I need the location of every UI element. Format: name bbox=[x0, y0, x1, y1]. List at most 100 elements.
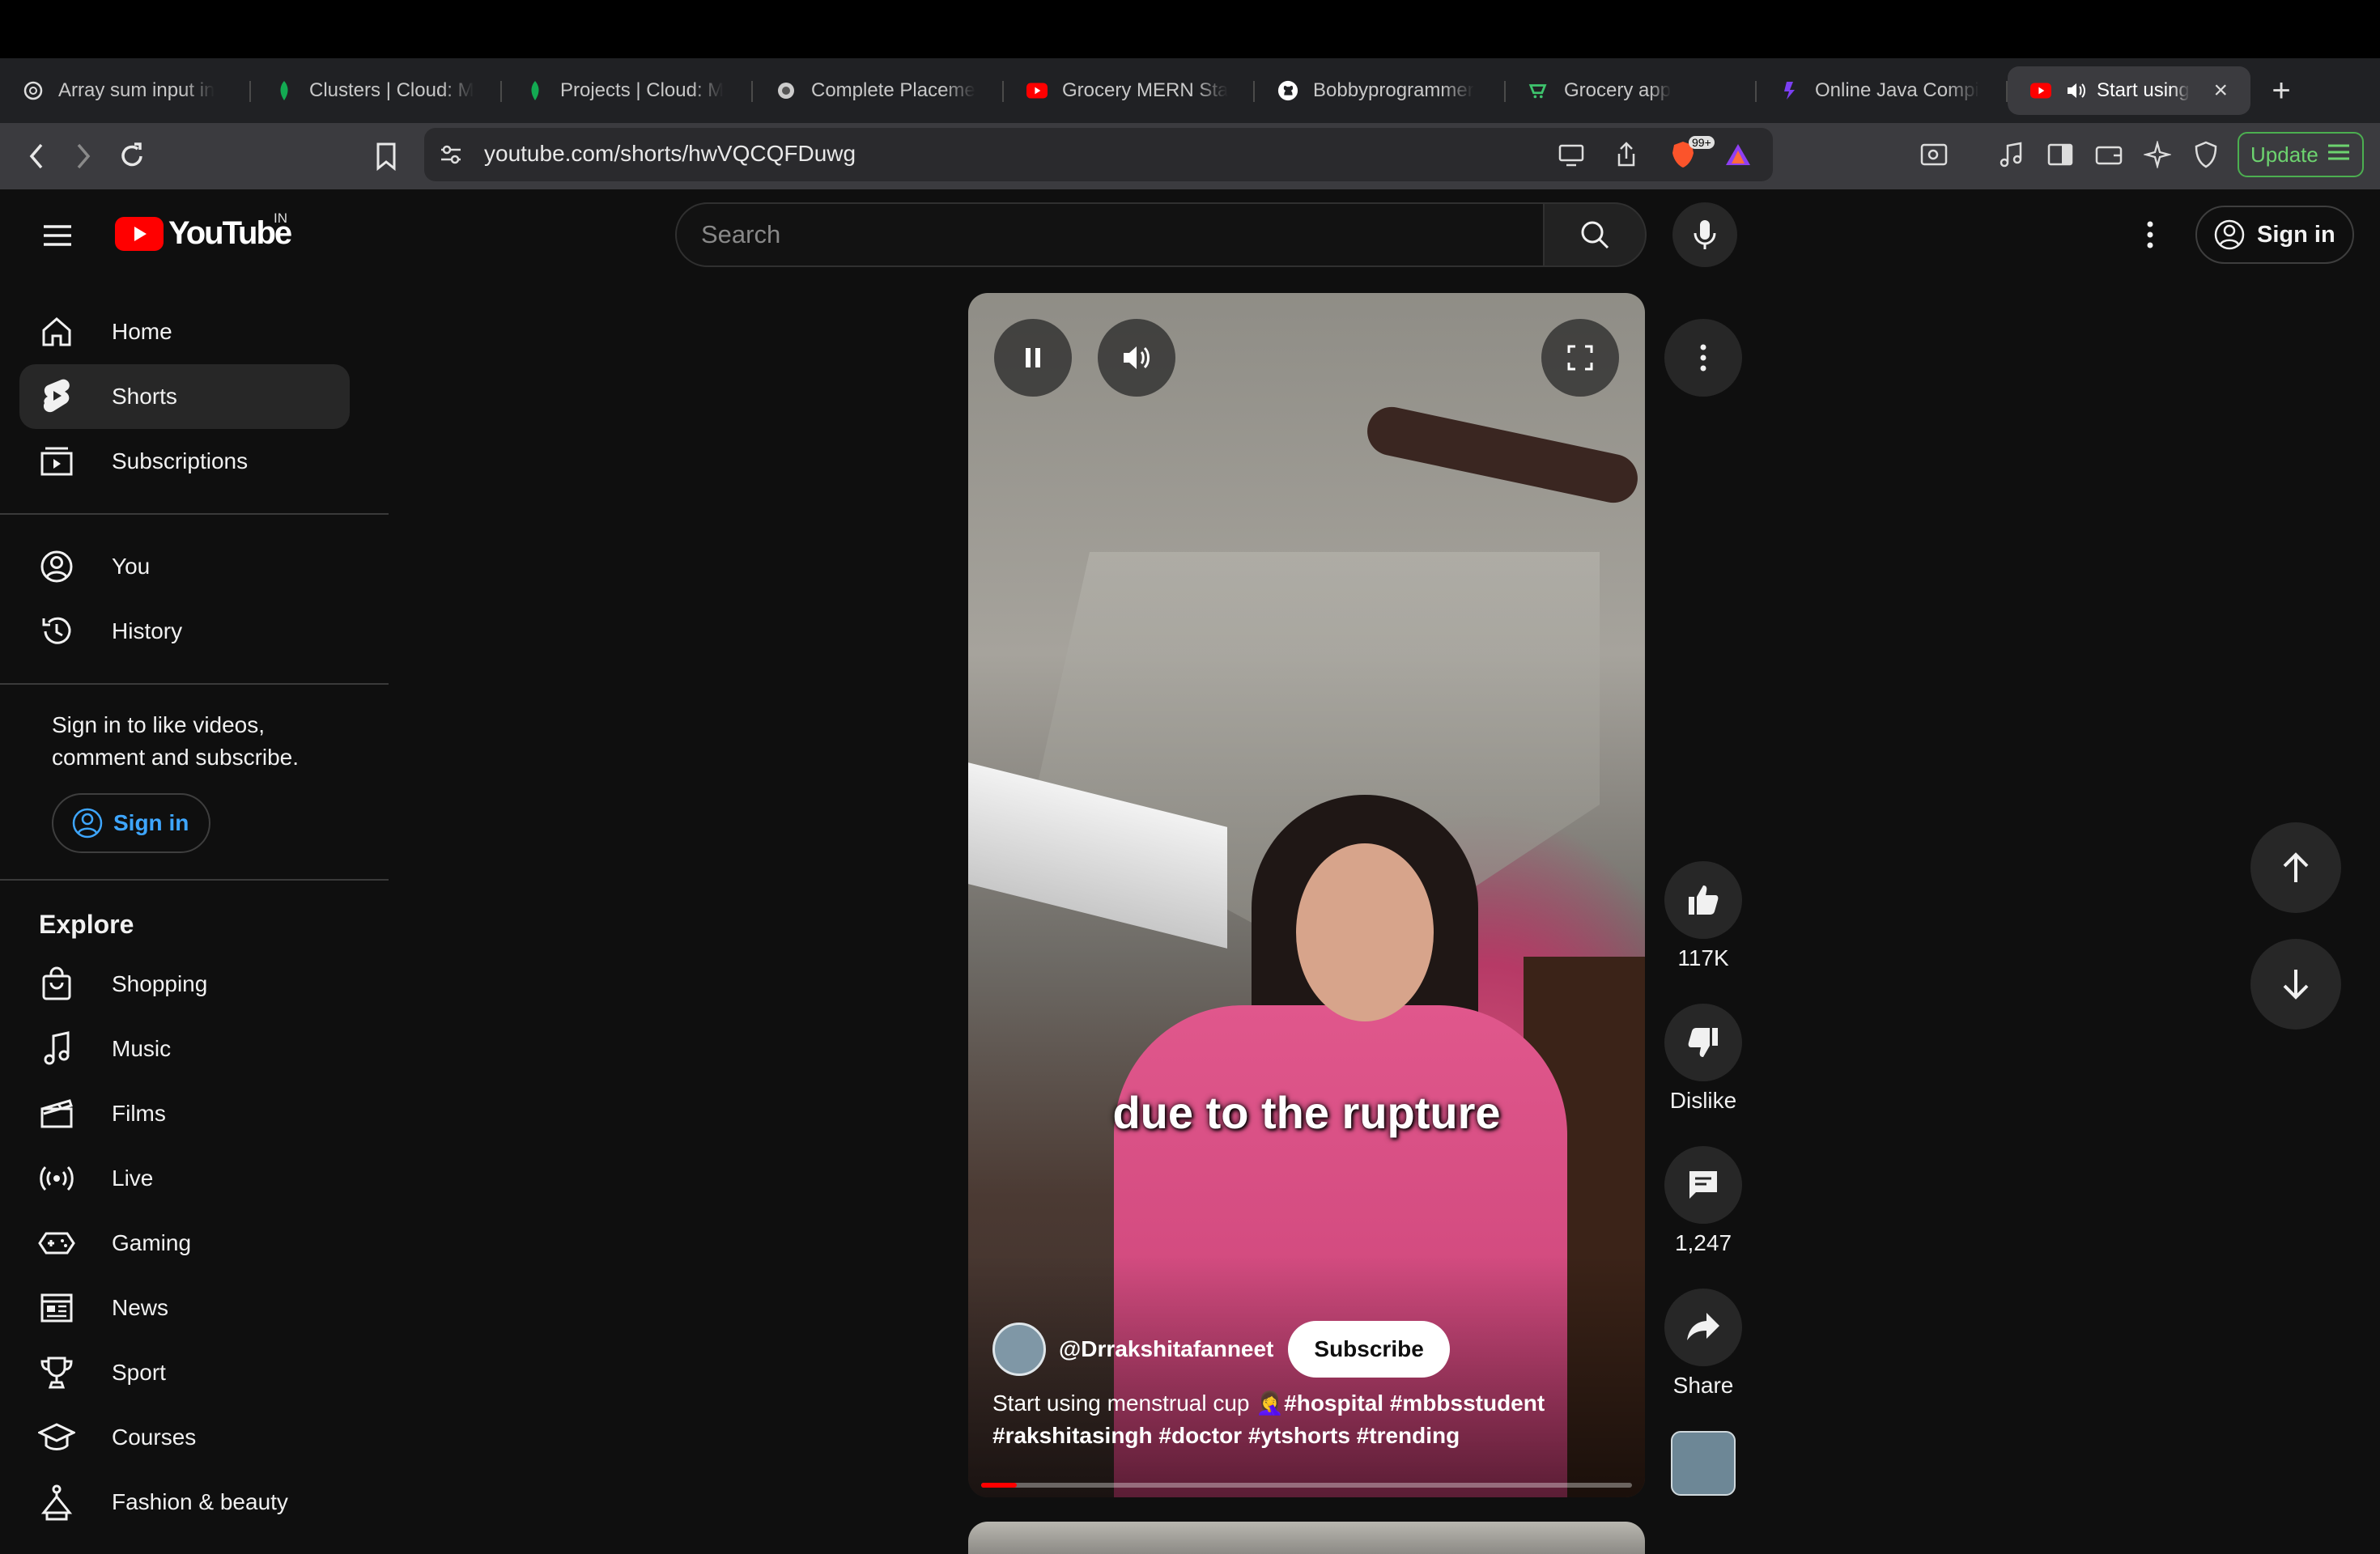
previous-short-button[interactable] bbox=[2250, 822, 2341, 913]
update-button[interactable]: Update bbox=[2238, 132, 2364, 177]
share-button[interactable] bbox=[1664, 1289, 1742, 1366]
sidebar-item-news[interactable]: News bbox=[19, 1276, 350, 1340]
site-settings-icon[interactable] bbox=[432, 136, 470, 173]
sidebar-item-you[interactable]: You bbox=[19, 534, 350, 599]
sign-in-label: Sign in bbox=[113, 810, 189, 835]
sidebar-item-live[interactable]: Live bbox=[19, 1146, 350, 1211]
bookmark-icon[interactable] bbox=[368, 138, 405, 175]
sidebar-item-subscriptions[interactable]: Subscriptions bbox=[19, 429, 350, 494]
forward-arrow-icon[interactable] bbox=[65, 138, 102, 175]
channel-name[interactable]: @Drrakshitafanneet bbox=[1059, 1336, 1273, 1362]
voice-search-button[interactable] bbox=[1672, 202, 1737, 267]
subscribe-button[interactable]: Subscribe bbox=[1288, 1321, 1450, 1378]
sidebar-item-label: Home bbox=[112, 319, 172, 344]
sidebar-item-history[interactable]: History bbox=[19, 599, 350, 664]
new-tab-button[interactable]: + bbox=[2257, 66, 2306, 115]
arrow-down-icon bbox=[2283, 970, 2309, 1000]
browser-tab[interactable]: Grocery MERN Sta bbox=[1004, 58, 1255, 123]
close-icon[interactable]: × bbox=[2197, 77, 2228, 104]
comments-button[interactable] bbox=[1664, 1146, 1742, 1224]
speaker-icon[interactable] bbox=[2066, 80, 2087, 101]
mute-button[interactable] bbox=[1098, 319, 1175, 397]
channel-avatar[interactable] bbox=[992, 1323, 1046, 1376]
fullscreen-button[interactable] bbox=[1541, 319, 1619, 397]
search-button[interactable] bbox=[1543, 202, 1647, 267]
mongodb-leaf-icon bbox=[274, 80, 295, 101]
sidebar-item-label: Gaming bbox=[112, 1230, 192, 1255]
browser-tab-active[interactable]: Start using × bbox=[2008, 66, 2250, 115]
back-arrow-icon[interactable] bbox=[18, 138, 55, 175]
tab-title: Bobbyprogrammer bbox=[1313, 79, 1474, 101]
tab-title: Complete Placeme bbox=[811, 79, 975, 101]
arrow-up-icon bbox=[2283, 852, 2309, 882]
sidebar-sign-in-button[interactable]: Sign in bbox=[52, 793, 210, 853]
sidebar-item-label: Courses bbox=[112, 1424, 197, 1450]
next-short-button[interactable] bbox=[2250, 939, 2341, 1030]
sidebar-item-label: Music bbox=[112, 1036, 172, 1061]
site-icon bbox=[776, 80, 797, 101]
sign-in-button[interactable]: Sign in bbox=[2195, 206, 2354, 264]
reader-mode-icon[interactable] bbox=[1915, 136, 1953, 173]
comment-icon bbox=[1689, 1171, 1717, 1199]
youtube-icon bbox=[2030, 80, 2051, 101]
browser-tab[interactable]: Online Java Compi bbox=[1757, 58, 2008, 123]
pause-button[interactable] bbox=[994, 319, 1072, 397]
sidebar-item-gaming[interactable]: Gaming bbox=[19, 1211, 350, 1276]
sidebar-item-courses[interactable]: Courses bbox=[19, 1405, 350, 1470]
next-short-preview[interactable] bbox=[968, 1522, 1645, 1554]
explore-heading: Explore bbox=[39, 910, 134, 939]
more-actions-button[interactable] bbox=[1664, 319, 1742, 397]
wallet-icon[interactable] bbox=[2090, 136, 2127, 173]
browser-tab[interactable]: Projects | Cloud: M bbox=[502, 58, 753, 123]
sidebar-item-label: History bbox=[112, 618, 183, 643]
mongodb-leaf-icon bbox=[525, 80, 546, 101]
sidebar-divider bbox=[0, 879, 389, 881]
tab-title: Clusters | Cloud: M bbox=[309, 79, 474, 101]
sidebar-item-music[interactable]: Music bbox=[19, 1017, 350, 1081]
hamburger-menu-icon bbox=[2327, 142, 2351, 168]
description-text: Start using menstrual cup 🤦‍♀️ bbox=[992, 1391, 1285, 1416]
reload-icon[interactable] bbox=[113, 138, 151, 175]
browser-tab[interactable]: Complete Placeme bbox=[753, 58, 1004, 123]
shorts-video-player[interactable]: due to the rupture @Drrakshitafanneet Su… bbox=[968, 293, 1645, 1497]
sidebar-item-label: You bbox=[112, 554, 151, 579]
sidebar-divider bbox=[0, 513, 389, 515]
browser-tab[interactable]: Bobbyprogrammer bbox=[1255, 58, 1506, 123]
video-caption-overlay: due to the rupture bbox=[1112, 1087, 1501, 1138]
sidebar-item-sport[interactable]: Sport bbox=[19, 1340, 350, 1405]
sidebar-item-fashion-beauty[interactable]: Fashion & beauty bbox=[19, 1470, 350, 1535]
sidebar-item-shopping[interactable]: Shopping bbox=[19, 952, 350, 1017]
media-music-icon[interactable] bbox=[1993, 136, 2030, 173]
guide-menu-icon[interactable] bbox=[39, 217, 76, 254]
youtube-icon bbox=[1026, 80, 1048, 101]
hanger-icon bbox=[37, 1483, 76, 1522]
sidebar-toggle-icon[interactable] bbox=[2042, 136, 2079, 173]
search-input[interactable] bbox=[675, 202, 1545, 267]
url-text[interactable]: youtube.com/shorts/hwVQCQFDuwg bbox=[484, 141, 856, 167]
cast-icon[interactable] bbox=[1553, 136, 1590, 173]
brave-rewards-icon[interactable] bbox=[1719, 136, 1757, 173]
sign-in-label: Sign in bbox=[2257, 221, 2335, 248]
youtube-logo[interactable]: YouTube bbox=[115, 215, 292, 252]
tab-title: Grocery app bbox=[1564, 79, 1672, 101]
sound-channel-avatar[interactable] bbox=[1671, 1431, 1736, 1496]
video-description[interactable]: Start using menstrual cup 🤦‍♀️#hospital … bbox=[992, 1387, 1608, 1452]
browser-tab[interactable]: Grocery app bbox=[1506, 58, 1757, 123]
compiler-icon bbox=[1779, 80, 1800, 101]
vpn-shield-icon[interactable] bbox=[2187, 136, 2225, 173]
settings-more-icon[interactable] bbox=[2134, 215, 2166, 254]
browser-tab[interactable]: Clusters | Cloud: M bbox=[251, 58, 502, 123]
description-hashtags[interactable]: #rakshitasingh #doctor #ytshorts #trendi… bbox=[992, 1423, 1460, 1448]
video-progress-bar[interactable] bbox=[981, 1483, 1632, 1488]
description-hashtags[interactable]: #hospital #mbbsstudent bbox=[1284, 1391, 1545, 1416]
sidebar-item-label: Live bbox=[112, 1166, 154, 1191]
like-button[interactable] bbox=[1664, 861, 1742, 939]
sidebar-item-home[interactable]: Home bbox=[19, 299, 350, 364]
share-page-icon[interactable] bbox=[1608, 136, 1645, 173]
browser-tab[interactable]: Array sum input in bbox=[0, 58, 251, 123]
leo-ai-icon[interactable] bbox=[2139, 136, 2176, 173]
tab-title: Array sum input in bbox=[58, 79, 215, 101]
dislike-button[interactable] bbox=[1664, 1004, 1742, 1081]
sidebar-item-films[interactable]: Films bbox=[19, 1081, 350, 1146]
sidebar-item-shorts[interactable]: Shorts bbox=[19, 364, 350, 429]
